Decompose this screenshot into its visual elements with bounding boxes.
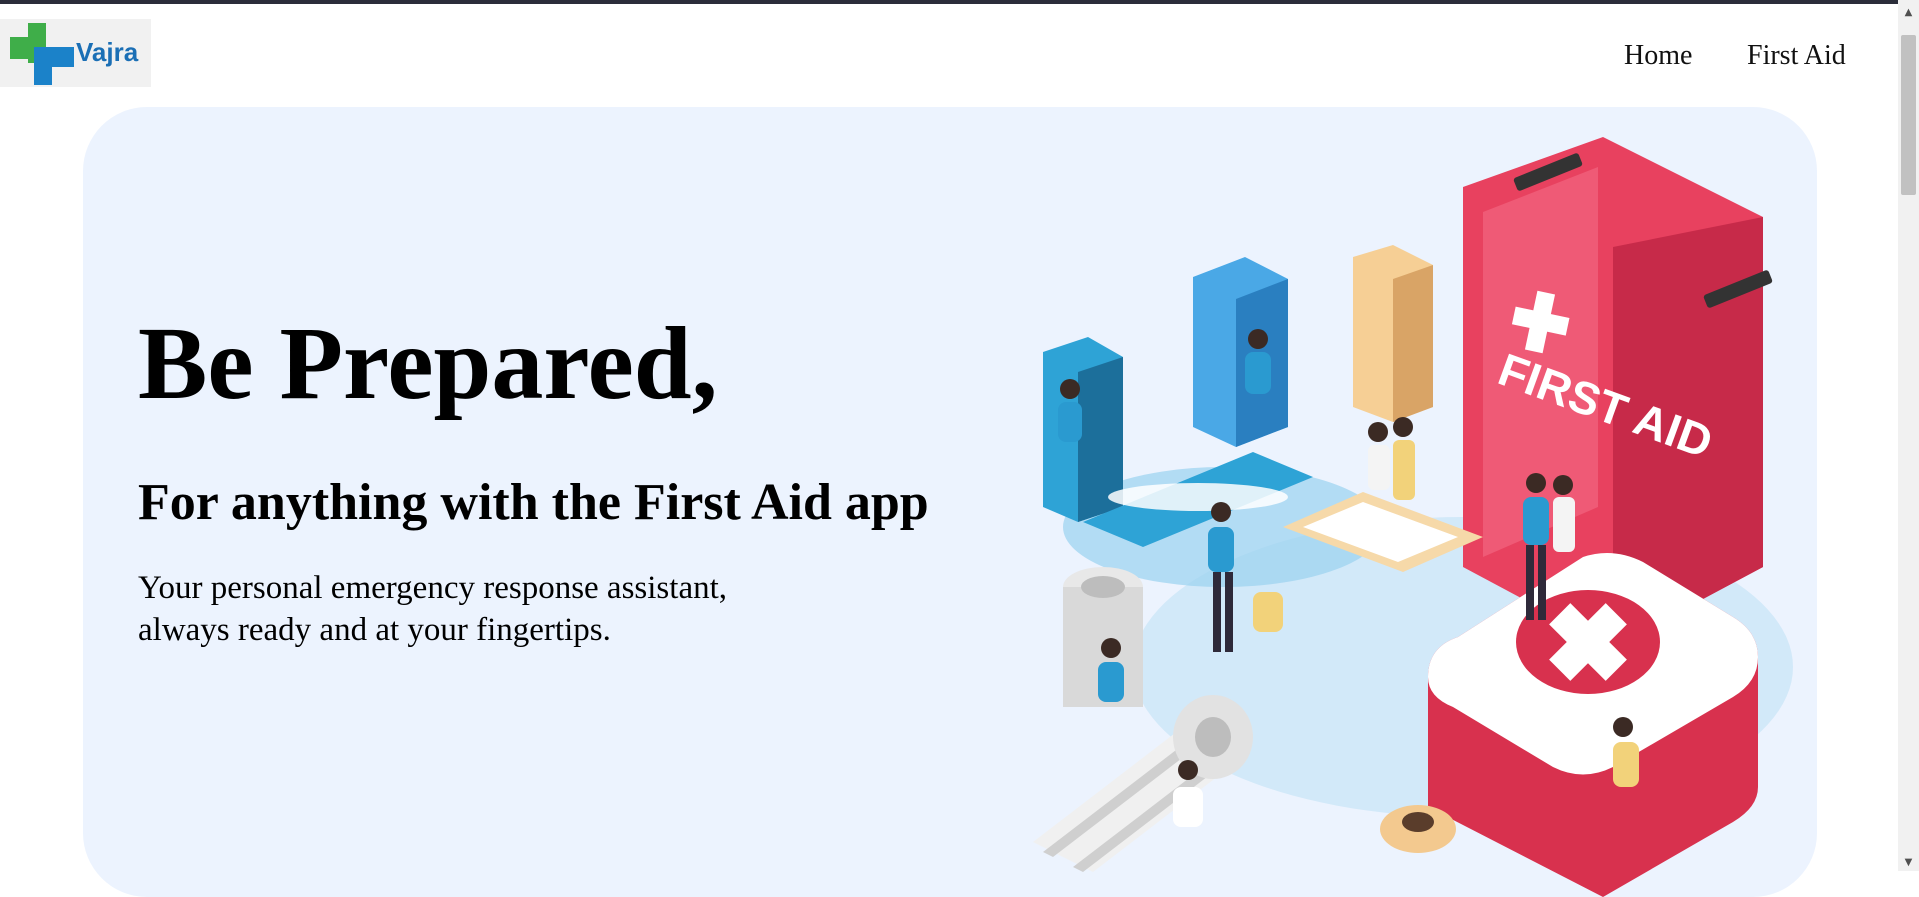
medical-cross-logo-icon [10, 23, 74, 85]
window-top-border [0, 0, 1919, 4]
hero-description: Your personal emergency response assista… [138, 570, 728, 648]
scroll-up-arrow-icon[interactable]: ▲ [1898, 4, 1919, 21]
hero-title: Be Prepared, [138, 306, 718, 421]
brand-name: Vajra [76, 37, 139, 67]
nav-first-aid-link[interactable]: First Aid [1747, 40, 1846, 72]
brand-logo[interactable]: Vajra [0, 19, 151, 87]
hero-subtitle: For anything with the First Aid app [138, 474, 929, 531]
scrollbar-thumb[interactable] [1901, 35, 1916, 195]
page-scrollbar[interactable]: ▲ ▼ [1898, 0, 1919, 871]
scroll-down-arrow-icon[interactable]: ▼ [1898, 854, 1919, 871]
hero-section: Be Prepared, For anything with the First… [83, 107, 1817, 897]
first-aid-illustration: FIRST AID [1033, 137, 1793, 897]
nav-home-link[interactable]: Home [1624, 40, 1692, 72]
